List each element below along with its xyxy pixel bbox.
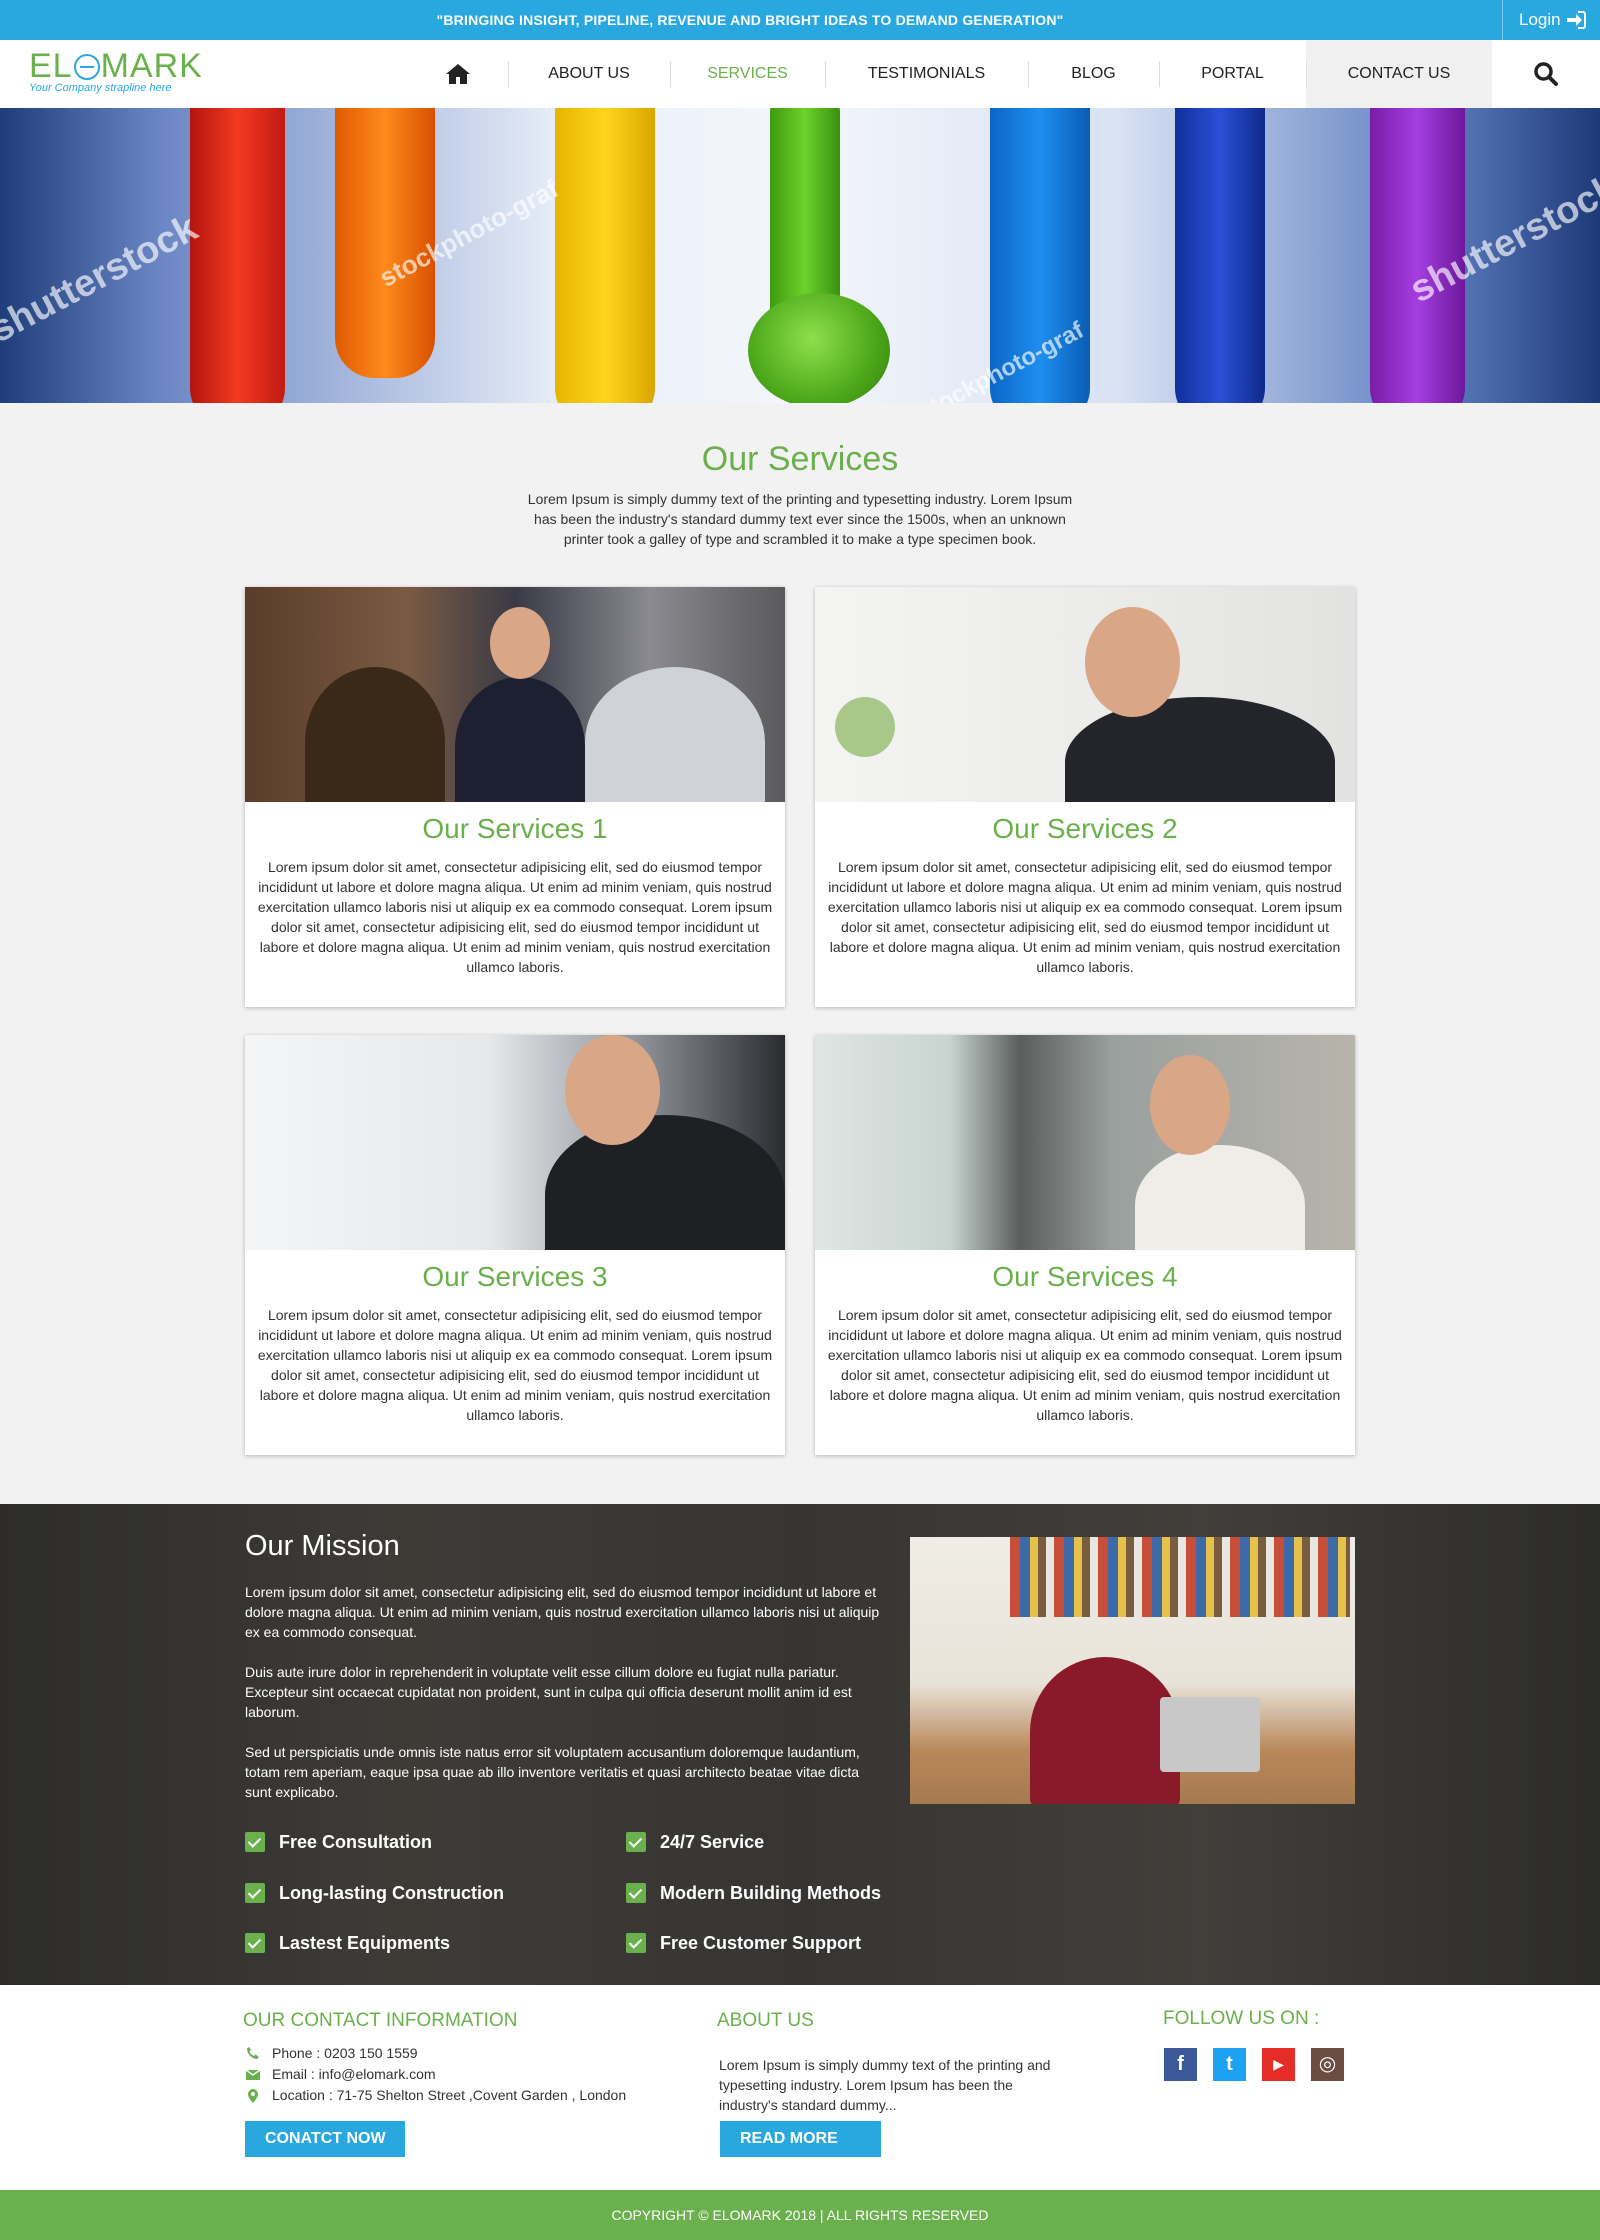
feature-item: Modern Building Methods	[626, 1881, 881, 1905]
service-card-text: Lorem ipsum dolor sit amet, consectetur …	[257, 859, 773, 975]
home-icon	[446, 63, 470, 84]
nav-portal[interactable]: PORTAL	[1159, 40, 1306, 108]
read-more-button[interactable]: READ MORE	[720, 2121, 881, 2157]
nav-testimonials[interactable]: TESTIMONIALS	[825, 40, 1028, 108]
nav-blog[interactable]: BLOG	[1028, 40, 1159, 108]
contact-email[interactable]: Email : info@elomark.com	[272, 2064, 436, 2084]
logo[interactable]: EL MARK Your Company strapline here	[29, 48, 203, 94]
copyright-bar: COPYRIGHT © ELOMARK 2018 | ALL RIGHTS RE…	[0, 2190, 1600, 2240]
check-square-icon	[245, 1883, 265, 1903]
head-shape	[910, 1537, 985, 1629]
mission-paragraph: Duis aute irure dolor in reprehenderit i…	[245, 1664, 852, 1720]
sign-in-icon	[1567, 11, 1586, 29]
bookshelf-shape	[1010, 1537, 1350, 1617]
nav-search[interactable]	[1492, 40, 1600, 108]
tagline: "BRINGING INSIGHT, PIPELINE, REVENUE AND…	[436, 12, 1064, 28]
nav-services[interactable]: SERVICES	[670, 40, 825, 108]
login-button[interactable]: Login	[1502, 0, 1600, 40]
feature-item: Free Customer Support	[626, 1931, 861, 1955]
logo-ring-icon	[73, 54, 100, 80]
service-card-text: Lorem ipsum dolor sit amet, consectetur …	[827, 1307, 1343, 1423]
email-icon	[246, 2069, 260, 2080]
nav-about-us[interactable]: ABOUT US	[508, 40, 670, 108]
watermark: shutterstock	[0, 206, 205, 352]
service-card-title: Our Services 1	[422, 813, 608, 844]
service-card-image	[245, 1035, 785, 1250]
service-card-image	[815, 1035, 1355, 1250]
person-shape	[1135, 1145, 1305, 1250]
mission-section: Our Mission Lorem ipsum dolor sit amet, …	[0, 1504, 1600, 1985]
green-earpiece-image	[748, 293, 890, 403]
service-card-title: Our Services 2	[992, 813, 1178, 844]
feature-item: Lastest Equipments	[245, 1931, 450, 1955]
check-square-icon	[626, 1832, 646, 1852]
person-shape	[1065, 697, 1335, 802]
about-heading: ABOUT US	[717, 2010, 814, 2031]
about-text: Lorem Ipsum is simply dummy text of the …	[719, 2057, 1051, 2113]
head-shape	[1085, 607, 1180, 717]
check-square-icon	[626, 1933, 646, 1953]
logo-text-suffix: MARK	[100, 47, 203, 85]
service-card-3[interactable]: Our Services 3 Lorem ipsum dolor sit ame…	[245, 1035, 785, 1455]
service-card-text: Lorem ipsum dolor sit amet, consectetur …	[827, 859, 1343, 975]
contact-location: Location : 71-75 Shelton Street ,Covent …	[272, 2087, 627, 2103]
service-card-1[interactable]: Our Services 1 Lorem ipsum dolor sit ame…	[245, 587, 785, 1007]
services-description: Lorem Ipsum is simply dummy text of the …	[527, 491, 1073, 547]
service-card-2[interactable]: Our Services 2 Lorem ipsum dolor sit ame…	[815, 587, 1355, 1007]
contact-now-button[interactable]: CONATCT NOW	[245, 2121, 405, 2157]
hero-banner: shutterstock stockphoto-graf shutterstoc…	[0, 108, 1600, 403]
service-card-4[interactable]: Our Services 4 Lorem ipsum dolor sit ame…	[815, 1035, 1355, 1455]
services-heading: Our Services	[701, 440, 899, 478]
mission-paragraph: Sed ut perspiciatis unde omnis iste natu…	[245, 1744, 860, 1800]
feature-item: 24/7 Service	[626, 1830, 764, 1854]
service-card-text: Lorem ipsum dolor sit amet, consectetur …	[257, 1307, 773, 1423]
login-label: Login	[1519, 10, 1561, 29]
red-phone-image	[190, 108, 285, 403]
follow-heading: FOLLOW US ON :	[1163, 2008, 1320, 2029]
mission-paragraph: Lorem ipsum dolor sit amet, consectetur …	[245, 1584, 880, 1640]
top-bar: "BRINGING INSIGHT, PIPELINE, REVENUE AND…	[0, 0, 1600, 40]
mission-heading: Our Mission	[245, 1530, 400, 1562]
phone-icon	[247, 2047, 259, 2059]
contact-phone[interactable]: Phone : 0203 150 1559	[272, 2043, 418, 2063]
service-card-title: Our Services 3	[422, 1261, 608, 1292]
search-icon	[1534, 62, 1558, 86]
head-shape	[1150, 1055, 1230, 1155]
site-header: EL MARK Your Company strapline here ABOUT…	[0, 40, 1600, 108]
youtube-icon[interactable]: ▶	[1262, 2048, 1295, 2081]
nav-contact-us[interactable]: CONTACT US	[1306, 40, 1492, 108]
service-card-image	[245, 587, 785, 802]
feature-item: Free Consultation	[245, 1830, 432, 1854]
map-marker-icon	[248, 2089, 258, 2103]
head-shape	[565, 1035, 660, 1145]
nav-home[interactable]	[408, 40, 508, 108]
feature-item: Long-lasting Construction	[245, 1881, 504, 1905]
head-shape	[490, 607, 550, 679]
person-shape	[545, 1115, 785, 1250]
twitter-icon[interactable]: t	[1213, 2048, 1246, 2081]
service-card-title: Our Services 4	[992, 1261, 1178, 1292]
laptop-shape	[1160, 1697, 1260, 1772]
yellow-phone-image	[555, 108, 655, 403]
service-card-image	[815, 587, 1355, 802]
check-square-icon	[245, 1933, 265, 1953]
logo-text-prefix: EL	[29, 47, 73, 85]
instagram-icon[interactable]: ◎	[1311, 2048, 1344, 2081]
plant-shape	[835, 697, 895, 757]
contact-heading: OUR CONTACT INFORMATION	[243, 2010, 518, 2031]
check-square-icon	[245, 1832, 265, 1852]
person-shape	[305, 667, 445, 802]
check-square-icon	[626, 1883, 646, 1903]
person-shape	[585, 667, 765, 802]
person-shape	[455, 677, 585, 802]
person-shape	[1030, 1657, 1180, 1804]
navy-phone-image	[1175, 108, 1265, 403]
facebook-icon[interactable]: f	[1164, 2048, 1197, 2081]
mission-image	[910, 1537, 1355, 1804]
main-nav: ABOUT US SERVICES TESTIMONIALS BLOG PORT…	[408, 40, 1600, 108]
